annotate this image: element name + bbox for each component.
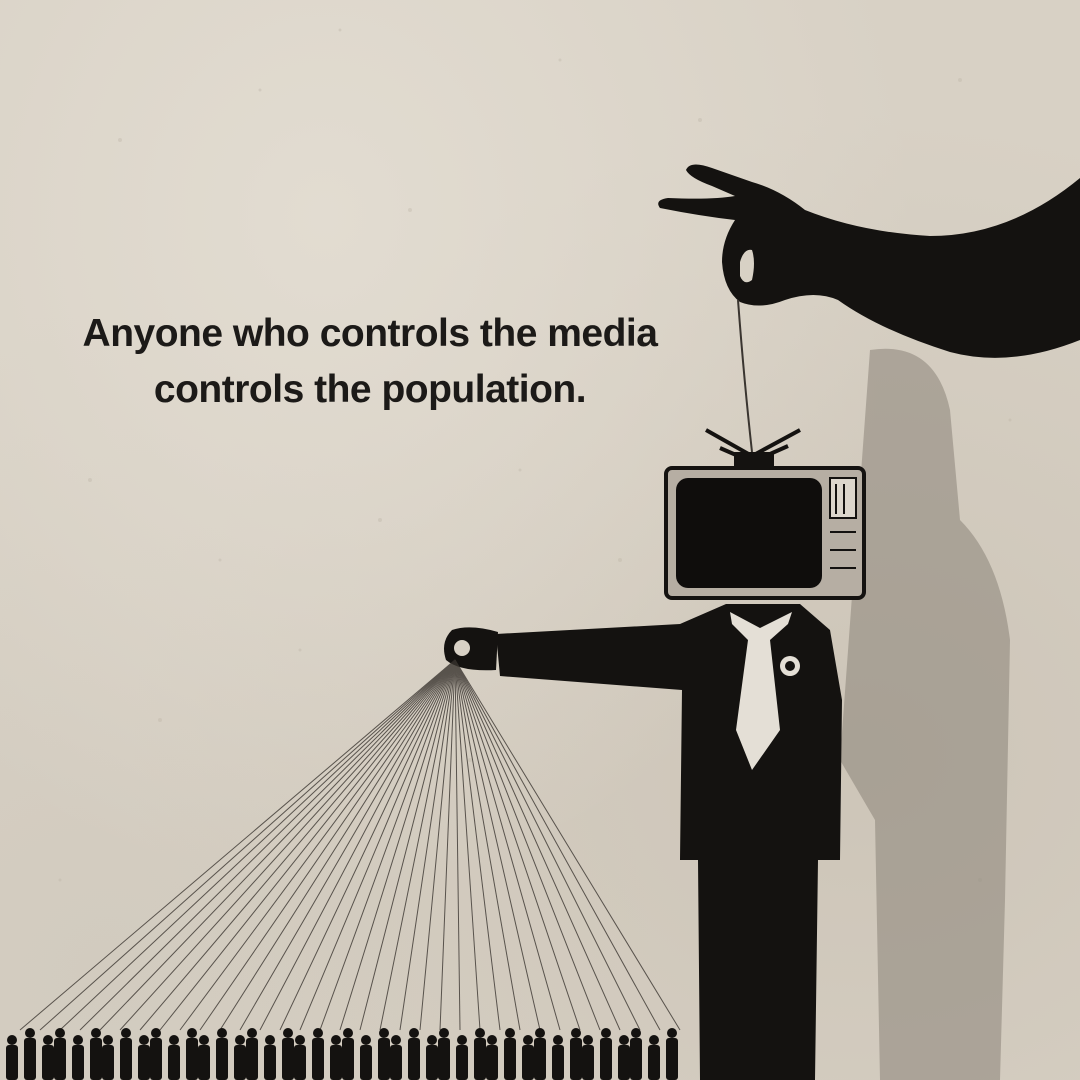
crowd-person (150, 1028, 162, 1080)
crowd-person (378, 1028, 390, 1080)
crowd-person (42, 1035, 54, 1080)
crowd-silhouettes (6, 1028, 678, 1080)
crowd-person (24, 1028, 36, 1080)
crowd-person (102, 1035, 114, 1080)
crowd-person (360, 1035, 372, 1080)
crowd-person (426, 1035, 438, 1080)
puppet-string (454, 659, 641, 1031)
crowd-person (72, 1035, 84, 1080)
puppet-string (454, 659, 621, 1031)
puppet-string (319, 659, 456, 1031)
puppet-string (454, 659, 661, 1031)
crowd-person (138, 1035, 150, 1080)
puppet-string (179, 659, 456, 1031)
crowd-person (474, 1028, 486, 1080)
puppet-string (19, 659, 456, 1031)
puppet-string (39, 659, 456, 1031)
tv-head (664, 428, 866, 600)
crowd-person (168, 1035, 180, 1080)
crowd-person (234, 1035, 246, 1080)
puppet-strings (19, 659, 681, 1031)
crowd-person (6, 1035, 18, 1080)
crowd-person (648, 1035, 660, 1080)
crowd-person (216, 1028, 228, 1080)
puppet-string (59, 659, 456, 1031)
crowd-person (570, 1028, 582, 1080)
crowd-person (120, 1028, 132, 1080)
puppet-string (119, 659, 456, 1031)
crowd-person (582, 1035, 594, 1080)
poster: Anyone who controls the media controls t… (0, 0, 1080, 1080)
crowd-person (438, 1028, 450, 1080)
crowd-person (534, 1028, 546, 1080)
crowd-person (630, 1028, 642, 1080)
puppet-string (439, 659, 456, 1031)
puppet-string (299, 659, 456, 1031)
crowd-person (522, 1035, 534, 1080)
tv-head-figure (444, 604, 842, 1080)
crowd-person (600, 1028, 612, 1080)
crowd-person (390, 1035, 402, 1080)
puppet-string (454, 659, 501, 1031)
crowd-person (294, 1035, 306, 1080)
puppet-string (219, 659, 456, 1031)
puppeteer-hand (658, 164, 1080, 358)
crowd-person (198, 1035, 210, 1080)
control-string (737, 299, 753, 453)
puppet-string (239, 659, 456, 1031)
crowd-person (54, 1028, 66, 1080)
crowd-person (486, 1035, 498, 1080)
crowd-person (186, 1028, 198, 1080)
crowd-person (330, 1035, 342, 1080)
crowd-person (282, 1028, 294, 1080)
puppet-string (99, 659, 456, 1031)
puppet-string (79, 659, 456, 1031)
puppet-string (454, 659, 521, 1031)
crowd-person (246, 1028, 258, 1080)
puppet-string (454, 659, 681, 1031)
puppet-string (454, 659, 561, 1031)
crowd-person (666, 1028, 678, 1080)
crowd-person (552, 1035, 564, 1080)
crowd-person (264, 1035, 276, 1080)
crowd-person (456, 1035, 468, 1080)
crowd-person (312, 1028, 324, 1080)
crowd-person (618, 1035, 630, 1080)
puppet-string (454, 659, 581, 1031)
puppet-string (279, 659, 456, 1031)
puppet-string (379, 659, 456, 1031)
puppet-string (159, 659, 456, 1031)
wall-shadow (840, 348, 1010, 1080)
crowd-person (408, 1028, 420, 1080)
crowd-person (90, 1028, 102, 1080)
crowd-person (342, 1028, 354, 1080)
crowd-person (504, 1028, 516, 1080)
illustration (6, 164, 1080, 1080)
